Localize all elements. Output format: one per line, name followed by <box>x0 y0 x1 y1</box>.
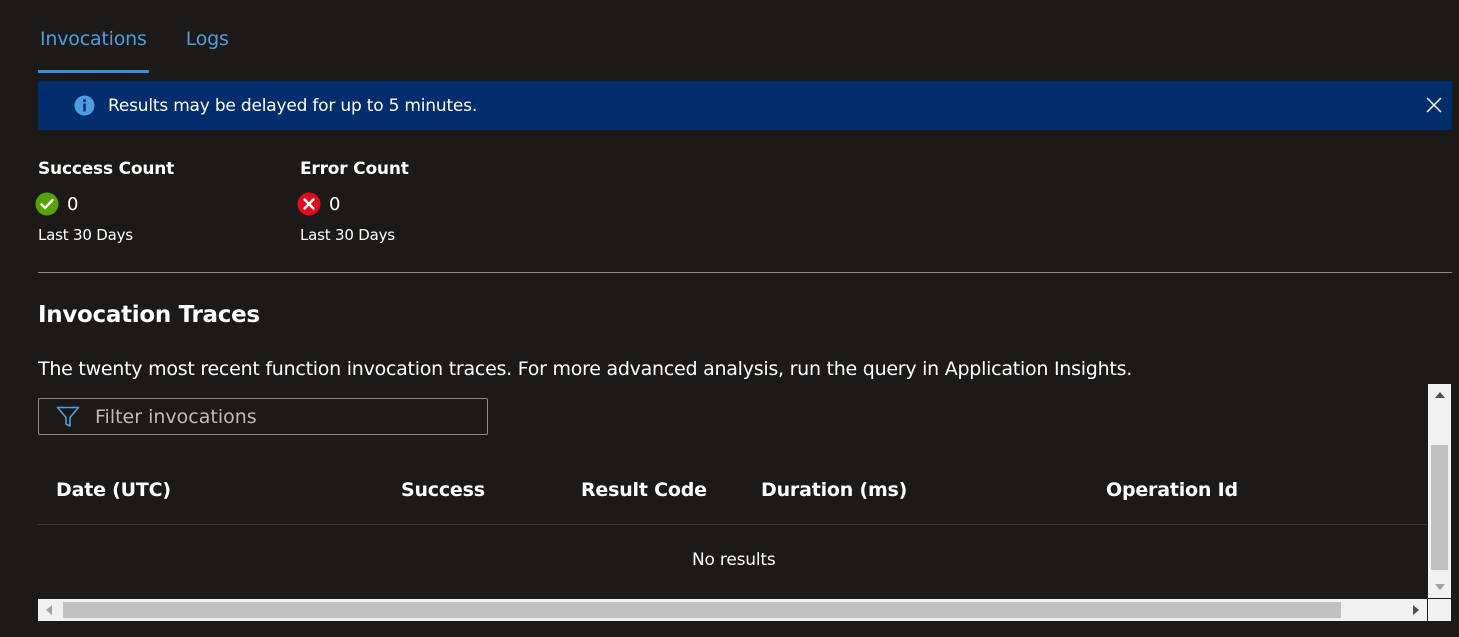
success-count-period: Last 30 Days <box>38 226 133 244</box>
column-success[interactable]: Success <box>401 479 485 501</box>
column-operation-id[interactable]: Operation Id <box>1106 479 1238 501</box>
column-duration[interactable]: Duration (ms) <box>761 479 907 501</box>
success-count-title: Success Count <box>38 159 175 179</box>
vertical-scroll-thumb[interactable] <box>1431 445 1448 570</box>
error-count-period: Last 30 Days <box>300 226 395 244</box>
scroll-left-arrow-icon[interactable] <box>38 599 60 621</box>
filter-input[interactable] <box>93 402 477 432</box>
table-header-divider <box>38 524 1427 525</box>
success-count-value: 0 <box>67 193 79 215</box>
error-count-card: Error Count 0 Last 30 Days <box>297 159 409 244</box>
column-result-code[interactable]: Result Code <box>581 479 707 501</box>
error-count-value: 0 <box>329 193 341 215</box>
close-icon[interactable] <box>1425 96 1443 114</box>
tab-bar: Invocations Logs <box>38 22 266 73</box>
success-check-icon <box>35 192 59 216</box>
section-description: The twenty most recent function invocati… <box>38 358 1133 380</box>
column-date[interactable]: Date (UTC) <box>56 479 171 501</box>
scroll-up-arrow-icon[interactable] <box>1428 384 1451 406</box>
error-x-icon <box>297 192 321 216</box>
invocations-panel: Invocations Logs Results may be delayed … <box>0 0 1459 637</box>
scrollbar-corner <box>1428 599 1451 621</box>
scroll-down-arrow-icon[interactable] <box>1428 576 1451 598</box>
tab-logs[interactable]: Logs <box>184 22 231 73</box>
filter-icon <box>56 406 80 427</box>
filter-box <box>38 398 488 435</box>
horizontal-scrollbar[interactable] <box>38 599 1427 621</box>
vertical-scrollbar[interactable] <box>1428 384 1451 598</box>
horizontal-scroll-thumb[interactable] <box>63 602 1341 618</box>
section-divider <box>38 272 1452 273</box>
info-icon <box>74 95 95 116</box>
banner-message: Results may be delayed for up to 5 minut… <box>108 96 478 116</box>
success-count-card: Success Count 0 Last 30 Days <box>35 159 175 244</box>
scroll-right-arrow-icon[interactable] <box>1405 599 1427 621</box>
error-count-title: Error Count <box>300 159 409 179</box>
section-title: Invocation Traces <box>38 302 260 328</box>
info-banner: Results may be delayed for up to 5 minut… <box>38 81 1452 130</box>
empty-state-text: No results <box>692 550 776 570</box>
tab-invocations[interactable]: Invocations <box>38 22 149 73</box>
table-header: Date (UTC) Success Result Code Duration … <box>38 462 1427 524</box>
